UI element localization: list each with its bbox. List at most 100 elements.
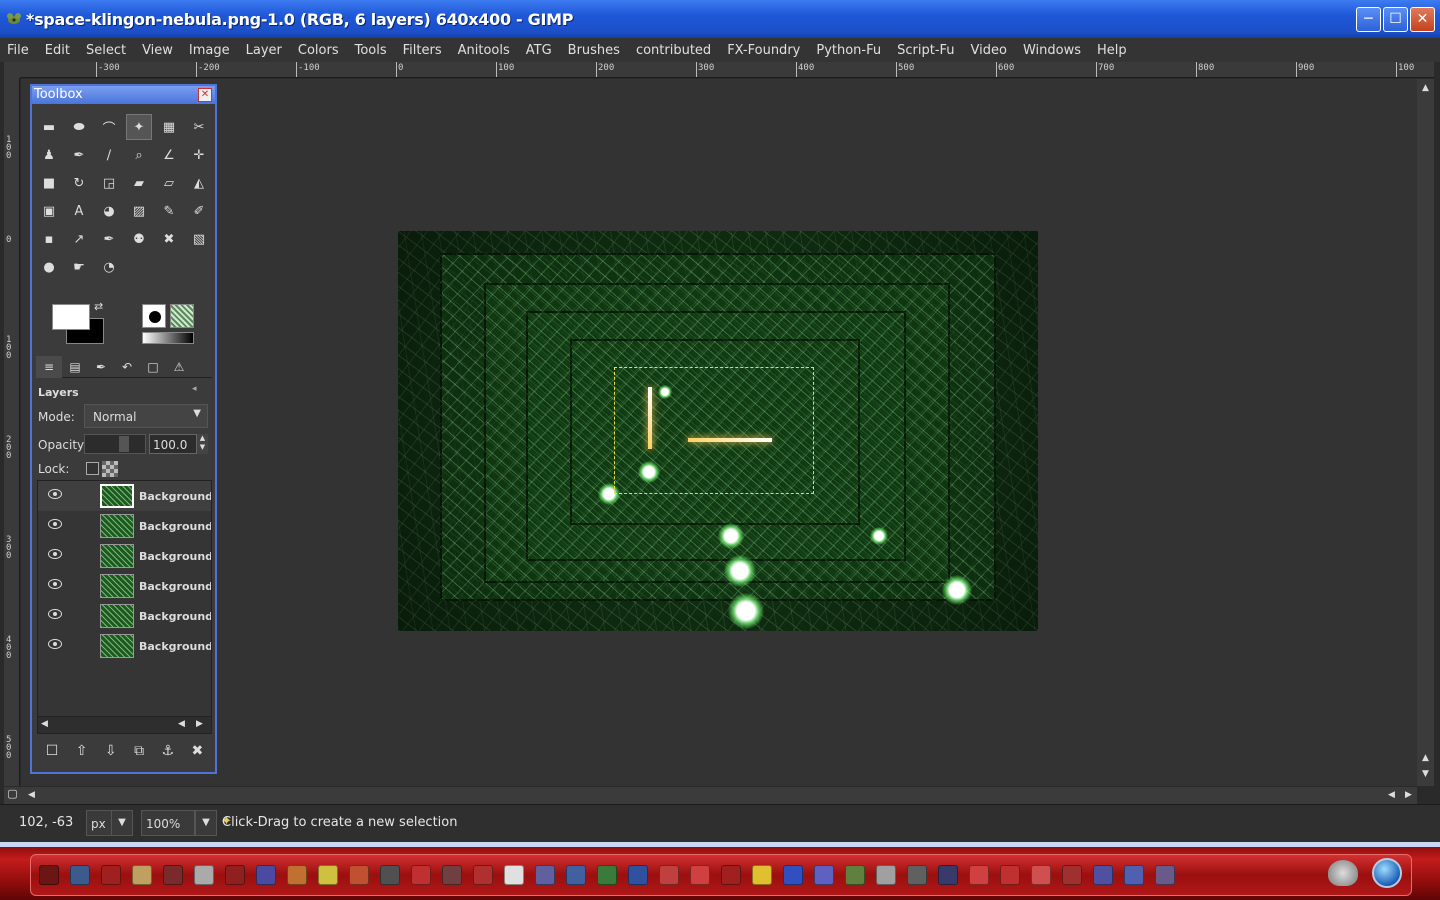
shear-icon[interactable]: ▰: [126, 170, 152, 196]
taskbar-app-icon[interactable]: [783, 865, 803, 885]
cage-icon[interactable]: ▣: [36, 198, 62, 224]
taskbar-app-icon[interactable]: [721, 865, 741, 885]
taskbar-app-icon[interactable]: [628, 865, 648, 885]
brush-preview[interactable]: [142, 304, 166, 328]
vertical-ruler[interactable]: 100 0 100 200 300 400 500: [4, 78, 20, 786]
taskbar-app-icon[interactable]: [504, 865, 524, 885]
taskbar-app-icon[interactable]: [1031, 865, 1051, 885]
select-by-color-icon[interactable]: ▦: [156, 114, 182, 140]
eye-icon[interactable]: [48, 519, 62, 529]
taskbar-app-icon[interactable]: [1000, 865, 1020, 885]
taskbar-app-icon[interactable]: [690, 865, 710, 885]
taskbar-app-icon[interactable]: [225, 865, 245, 885]
opacity-handle[interactable]: [119, 436, 129, 452]
marching-ants-selection[interactable]: [614, 367, 814, 494]
taskbar-app-icon[interactable]: [535, 865, 555, 885]
scroll-down-icon[interactable]: ▼: [1417, 767, 1434, 782]
eye-icon[interactable]: [48, 549, 62, 559]
taskbar-app-icon[interactable]: [1062, 865, 1082, 885]
scroll-right-icon[interactable]: ▶: [196, 719, 203, 729]
taskbar-app-icon[interactable]: [380, 865, 400, 885]
flip-icon[interactable]: ◭: [186, 170, 212, 196]
menu-python-fu[interactable]: Python-Fu: [816, 43, 881, 58]
menu-windows[interactable]: Windows: [1023, 43, 1081, 58]
dodge-burn-icon[interactable]: ◔: [96, 254, 122, 280]
taskbar-app-icon[interactable]: [256, 865, 276, 885]
perspective-icon[interactable]: ▱: [156, 170, 182, 196]
eye-icon[interactable]: [48, 489, 62, 499]
taskbar-app-icon[interactable]: [907, 865, 927, 885]
menu-layer[interactable]: Layer: [246, 43, 282, 58]
maximize-button[interactable]: ☐: [1383, 7, 1408, 32]
chevron-down-icon[interactable]: ▼: [195, 810, 217, 836]
horizontal-scrollbar[interactable]: ◀ ◀ ▶: [21, 787, 1417, 804]
rotate-icon[interactable]: ↻: [66, 170, 92, 196]
taskbar-app-icon[interactable]: [845, 865, 865, 885]
layers-scrollbar[interactable]: ◀ ◀ ▶: [37, 716, 212, 734]
layer-row[interactable]: Background c: [38, 541, 211, 571]
channels-tab-icon[interactable]: ▤: [62, 356, 88, 378]
taskbar-app-icon[interactable]: [566, 865, 586, 885]
zoom-selector[interactable]: 100%: [141, 810, 195, 836]
perspective-clone-icon[interactable]: ▧: [186, 226, 212, 252]
unit-selector[interactable]: px: [86, 810, 112, 836]
taskbar-app-icon[interactable]: [318, 865, 338, 885]
menu-atg[interactable]: ATG: [526, 43, 552, 58]
delete-layer-icon[interactable]: ✖: [192, 743, 204, 759]
clone-icon[interactable]: ⚉: [126, 226, 152, 252]
taskbar-app-icon[interactable]: [659, 865, 679, 885]
layers-tab-icon[interactable]: ≡: [36, 356, 62, 378]
taskbar-app-icon[interactable]: [39, 865, 59, 885]
scroll-right-icon[interactable]: ▶: [1400, 788, 1417, 803]
paths-tab-icon[interactable]: ✒: [88, 356, 114, 378]
menu-filters[interactable]: Filters: [403, 43, 442, 58]
eraser-icon[interactable]: ▪: [36, 226, 62, 252]
opacity-spinner[interactable]: ▲ ▼: [197, 434, 208, 454]
taskbar-app-icon[interactable]: [132, 865, 152, 885]
layer-row[interactable]: Background c: [38, 481, 211, 511]
layer-row[interactable]: Background c: [38, 601, 211, 631]
pencil-icon[interactable]: ✎: [156, 198, 182, 224]
paintbrush-icon[interactable]: ✐: [186, 198, 212, 224]
pointer-info-tab-icon[interactable]: □: [140, 356, 166, 378]
scroll-left-icon[interactable]: ◀: [23, 788, 40, 803]
menu-select[interactable]: Select: [86, 43, 126, 58]
menu-colors[interactable]: Colors: [298, 43, 339, 58]
close-button[interactable]: ✕: [1410, 7, 1435, 32]
taskbar-app-icon[interactable]: [1093, 865, 1113, 885]
layer-row[interactable]: Background: [38, 631, 211, 661]
eye-icon[interactable]: [48, 579, 62, 589]
taskbar-app-icon[interactable]: [70, 865, 90, 885]
menu-anitools[interactable]: Anitools: [458, 43, 510, 58]
horizontal-ruler[interactable]: -300 -200 -100 0 100 200 300 400 500 600 700 800 900…: [20, 62, 1434, 78]
undo-tab-icon[interactable]: ↶: [114, 356, 140, 378]
color-picker-icon[interactable]: ∕: [96, 142, 122, 168]
zoom-icon[interactable]: ⌕: [126, 142, 152, 168]
image-canvas[interactable]: [398, 231, 1038, 631]
taskbar-app-icon[interactable]: [876, 865, 896, 885]
mode-select[interactable]: Normal ▼: [84, 404, 208, 428]
toolbox-titlebar[interactable]: Toolbox ✕: [32, 86, 215, 104]
eye-icon[interactable]: [48, 639, 62, 649]
panel-menu-icon[interactable]: ◂: [192, 384, 204, 396]
ink-icon[interactable]: ✒: [96, 226, 122, 252]
minimize-button[interactable]: ─: [1356, 7, 1381, 32]
lock-alpha-icon[interactable]: [102, 461, 118, 477]
smudge-icon[interactable]: ☛: [66, 254, 92, 280]
taskbar-app-icon[interactable]: [411, 865, 431, 885]
raise-layer-icon[interactable]: ⇧: [76, 743, 88, 759]
menu-view[interactable]: View: [142, 43, 173, 58]
taskbar-app-icon[interactable]: [752, 865, 772, 885]
new-layer-icon[interactable]: ☐: [46, 743, 59, 759]
paths-icon[interactable]: ✒: [66, 142, 92, 168]
menu-edit[interactable]: Edit: [45, 43, 70, 58]
opacity-input[interactable]: 100.0: [149, 434, 197, 454]
taskbar-app-icon[interactable]: [597, 865, 617, 885]
scroll-up-icon[interactable]: ▲: [1417, 81, 1434, 96]
navigate-icon[interactable]: ▢: [4, 787, 21, 804]
taskbar-app-icon[interactable]: [473, 865, 493, 885]
taskbar-app-icon[interactable]: [1155, 865, 1175, 885]
scissors-select-icon[interactable]: ✂: [186, 114, 212, 140]
scroll-left-icon[interactable]: ◀: [41, 719, 48, 729]
chevron-down-icon[interactable]: ▼: [111, 810, 133, 836]
